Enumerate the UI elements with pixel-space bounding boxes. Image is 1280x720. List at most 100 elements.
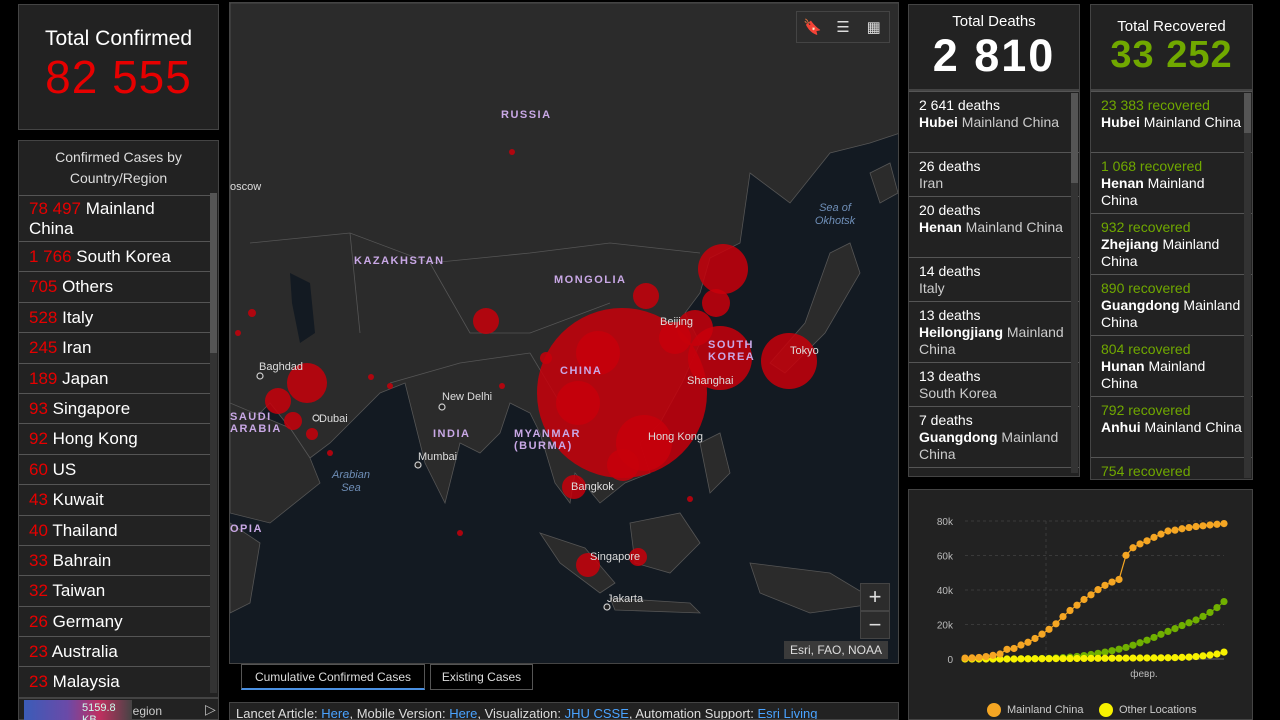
country-list[interactable]: 78 497 Mainland China 1 766 South Korea 70…: [19, 195, 212, 697]
country-list-item[interactable]: 705 Others: [19, 271, 212, 301]
data-point: [1164, 627, 1172, 635]
sea-arabian: Arabian Sea: [332, 469, 370, 494]
data-point: [1087, 591, 1095, 599]
lancet-link[interactable]: Here: [321, 706, 349, 719]
country-list-scrollbar[interactable]: [210, 193, 217, 693]
country-name: Others: [62, 277, 114, 297]
data-point: [1185, 523, 1193, 532]
city-jakarta: Jakarta: [607, 593, 644, 605]
recovered-list-item[interactable]: 792 recovered Anhui Mainland China: [1091, 396, 1252, 457]
city-shanghai: Shanghai: [687, 375, 734, 387]
recovered-list-item[interactable]: 932 recovered Zhejiang Mainland China: [1091, 213, 1252, 274]
data-point: [1045, 655, 1053, 663]
y-tick-label: 80k: [937, 517, 954, 528]
recovered-list-item[interactable]: 754 recoveredJiangxi Mainland China: [1091, 457, 1252, 479]
map-toolbar: 🔖 ☰ ▦: [796, 11, 890, 43]
country-list-item[interactable]: 78 497 Mainland China: [19, 195, 212, 241]
death-count: 7 deaths: [919, 412, 973, 428]
data-point: [1185, 653, 1193, 661]
recovered-list-item[interactable]: 23 383 recovered Hubei Mainland China: [1091, 91, 1252, 152]
tab-existing-cases[interactable]: Existing Cases: [430, 664, 533, 690]
y-tick-label: 20k: [937, 621, 954, 632]
data-point: [1003, 655, 1011, 663]
jhu-csse-link[interactable]: JHU CSSE: [565, 706, 629, 719]
map-label-china: CHINA: [560, 365, 603, 377]
recovered-list-item[interactable]: 804 recovered Hunan Mainland China: [1091, 335, 1252, 396]
recovered-list[interactable]: 23 383 recovered Hubei Mainland China 1 06…: [1090, 90, 1253, 480]
esri-living-link[interactable]: Esri Living: [758, 706, 818, 719]
legend-swatch-other: [1099, 703, 1113, 717]
recovered-count: 1 068 recovered: [1101, 158, 1203, 174]
map-view[interactable]: RUSSIA KAZAKHSTAN MONGOLIA CHINA INDIA M…: [229, 2, 899, 664]
country-name: US: [52, 459, 77, 479]
bookmark-icon[interactable]: 🔖: [797, 12, 828, 42]
city-new-delhi: New Delhi: [442, 391, 493, 403]
country-list-item[interactable]: 43 Kuwait: [19, 484, 212, 514]
mobile-version-link[interactable]: Here: [449, 706, 477, 719]
zoom-out-button[interactable]: −: [860, 611, 890, 639]
data-point: [1122, 654, 1130, 662]
data-point: [1010, 644, 1018, 653]
recovered-list-item[interactable]: 890 recovered Guangdong Mainland China: [1091, 274, 1252, 335]
deaths-list-scrollbar[interactable]: [1071, 93, 1078, 473]
country-case-count: 43: [29, 490, 48, 510]
recovered-list-item[interactable]: 1 068 recovered Henan Mainland China: [1091, 152, 1252, 213]
deaths-list[interactable]: 2 641 deaths Hubei Mainland China 26 death…: [908, 90, 1080, 477]
list-icon[interactable]: ☰: [828, 12, 859, 42]
data-point: [1101, 648, 1109, 656]
country-list-item[interactable]: 93 Singapore: [19, 392, 212, 423]
deaths-list-item[interactable]: 7 deaths Guangdong Mainland China: [909, 406, 1079, 467]
map-canvas[interactable]: [230, 3, 899, 664]
country-list-item[interactable]: 26 Germany: [19, 605, 212, 636]
recovered-region: Hubei: [1101, 114, 1140, 130]
data-point: [1101, 654, 1109, 662]
deaths-list-item[interactable]: 13 deaths Heilongjiang Mainland China: [909, 301, 1079, 362]
country-list-item[interactable]: 1 766 South Korea: [19, 241, 212, 271]
network-widget-label: 5159.8 KB: [82, 702, 116, 720]
country-list-item[interactable]: 92 Hong Kong: [19, 423, 212, 453]
country-list-item[interactable]: 33 Bahrain: [19, 544, 212, 575]
data-point: [1150, 654, 1158, 662]
country-case-count: 23: [29, 672, 48, 692]
country-list-item[interactable]: 40 Thailand: [19, 514, 212, 545]
tab-cumulative-confirmed[interactable]: Cumulative Confirmed Cases: [241, 664, 425, 690]
country-list-item[interactable]: 60 US: [19, 453, 212, 484]
data-point: [1220, 648, 1228, 656]
country-case-count: 705: [29, 277, 58, 297]
country-list-item[interactable]: 245 Iran: [19, 332, 212, 362]
country-name: Malaysia: [52, 672, 120, 692]
country-list-item[interactable]: 189 Japan: [19, 362, 212, 393]
deaths-list-item[interactable]: 13 deaths South Korea: [909, 362, 1079, 406]
country-list-item[interactable]: 528 Italy: [19, 301, 212, 332]
recovered-list-scrollbar[interactable]: [1244, 93, 1251, 478]
country-name: Thailand: [52, 520, 118, 540]
footer-links-bar: Lancet Article: Here, Mobile Version: He…: [229, 702, 899, 720]
legend-other-locations[interactable]: Other Locations: [1099, 703, 1197, 717]
chevron-right-icon[interactable]: ▷: [205, 701, 216, 718]
death-count: 13 deaths: [919, 307, 981, 323]
deaths-list-item[interactable]: 20 deaths Henan Mainland China: [909, 196, 1079, 257]
data-point: [1038, 630, 1046, 638]
deaths-list-item[interactable]: 6 deathsAnhui Mainland China: [909, 467, 1079, 476]
map-label-russia: RUSSIA: [501, 109, 552, 121]
country-list-item[interactable]: 23 Australia: [19, 636, 212, 666]
country-case-count: 245: [29, 338, 58, 358]
data-point: [1136, 540, 1144, 548]
country-list-item[interactable]: 23 Malaysia: [19, 666, 212, 696]
deaths-list-item[interactable]: 26 deaths Iran: [909, 152, 1079, 196]
deaths-list-item[interactable]: 14 deaths Italy: [909, 257, 1079, 301]
country-list-item[interactable]: 32 Taiwan: [19, 575, 212, 605]
data-point: [1178, 525, 1186, 533]
data-point: [1115, 654, 1123, 662]
basemap-gallery-icon[interactable]: ▦: [858, 12, 889, 42]
data-point: [1213, 650, 1221, 658]
zoom-in-button[interactable]: +: [860, 583, 890, 611]
data-point: [1178, 621, 1186, 630]
deaths-list-item[interactable]: 2 641 deaths Hubei Mainland China: [909, 91, 1079, 152]
total-deaths-panel: Total Deaths 2 810: [908, 4, 1080, 90]
data-point: [1108, 647, 1116, 655]
legend-mainland-china[interactable]: Mainland China: [987, 703, 1083, 717]
death-region: Hubei: [919, 114, 958, 130]
recovered-count: 890 recovered: [1101, 280, 1191, 296]
data-point: [1031, 655, 1039, 663]
